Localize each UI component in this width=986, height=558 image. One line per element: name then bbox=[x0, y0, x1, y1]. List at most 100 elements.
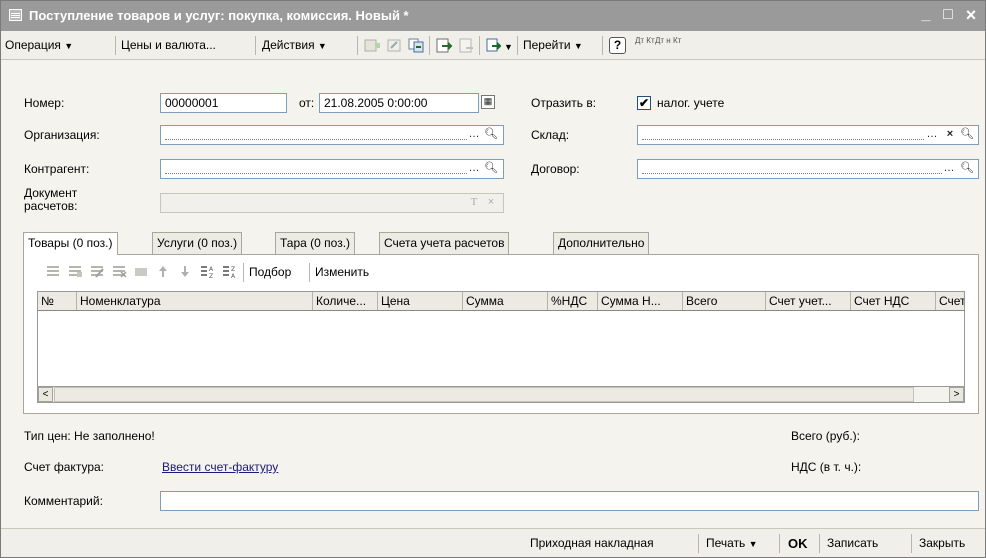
chevron-down-icon: ▼ bbox=[573, 41, 583, 51]
contract-field[interactable]: … 🔍︎ bbox=[637, 159, 979, 179]
clear-icon[interactable]: × bbox=[942, 127, 958, 143]
delete-row-icon[interactable] bbox=[110, 263, 128, 280]
comment-field[interactable] bbox=[160, 491, 979, 511]
toolbar-divider bbox=[255, 36, 256, 55]
chevron-down-icon: ▼ bbox=[317, 41, 327, 51]
actions-menu-label: Действия bbox=[262, 38, 315, 52]
end-edit-icon[interactable] bbox=[132, 263, 150, 280]
edit-icon[interactable] bbox=[385, 37, 403, 54]
unpost-document-icon[interactable] bbox=[457, 37, 475, 54]
tab-services[interactable]: Услуги (0 поз.) bbox=[152, 232, 243, 254]
tab-additional[interactable]: Дополнительно bbox=[553, 232, 650, 254]
main-toolbar: Операция ▼ Цены и валюта... Действия ▼ ▼… bbox=[1, 31, 985, 60]
warehouse-field[interactable]: … × 🔍︎ bbox=[637, 125, 979, 145]
column-header-account[interactable]: Счет учет... bbox=[766, 292, 851, 310]
print-menu[interactable]: Печать ▼ bbox=[706, 534, 758, 553]
chevron-down-icon: ▼ bbox=[64, 41, 74, 51]
price-type-text: Тип цен: Не заполнено! bbox=[24, 429, 155, 443]
horizontal-scrollbar[interactable]: < > bbox=[37, 386, 965, 403]
tab-containers[interactable]: Тара (0 поз.) bbox=[275, 232, 356, 254]
operation-menu[interactable]: Операция ▼ bbox=[5, 36, 73, 55]
total-label: Всего (руб.): bbox=[791, 429, 861, 443]
toolbar-divider bbox=[243, 263, 244, 282]
calendar-icon[interactable]: ▦ bbox=[481, 95, 495, 109]
select-ellipsis-icon[interactable]: … bbox=[924, 127, 940, 143]
search-icon[interactable]: 🔍︎ bbox=[483, 127, 499, 143]
search-icon[interactable]: 🔍︎ bbox=[959, 161, 975, 177]
create-invoice-link[interactable]: Ввести счет-фактуру bbox=[162, 460, 278, 474]
ok-button[interactable]: OK bbox=[788, 534, 808, 553]
toolbar-divider bbox=[911, 534, 912, 553]
chevron-down-icon[interactable]: ▼ bbox=[504, 42, 513, 52]
add-row-icon[interactable] bbox=[44, 263, 62, 280]
scroll-right-icon[interactable]: > bbox=[949, 387, 964, 402]
select-ellipsis-icon[interactable]: … bbox=[466, 127, 482, 143]
actions-menu[interactable]: Действия ▼ bbox=[262, 36, 327, 55]
column-header-sum[interactable]: Сумма bbox=[463, 292, 548, 310]
type-icon: T bbox=[470, 196, 478, 208]
column-header-vat-account[interactable]: Счет НДС bbox=[851, 292, 936, 310]
date-value: 21.08.2005 0:00:00 bbox=[324, 96, 428, 110]
goods-tab-panel: AZ ZA Подбор Изменить № Номенклатура Кол… bbox=[23, 254, 979, 414]
tab-goods[interactable]: Товары (0 поз.) bbox=[23, 232, 118, 255]
sort-descending-icon[interactable]: ZA bbox=[220, 263, 238, 280]
column-header-number[interactable]: № bbox=[38, 292, 77, 310]
number-label: Номер: bbox=[24, 96, 65, 110]
edit-row-icon[interactable] bbox=[88, 263, 106, 280]
selection-button[interactable]: Подбор bbox=[249, 263, 291, 282]
select-ellipsis-icon[interactable]: … bbox=[466, 161, 482, 177]
column-header-quantity[interactable]: Количе... bbox=[313, 292, 378, 310]
toolbar-divider bbox=[698, 534, 699, 553]
copy-icon[interactable] bbox=[407, 37, 425, 54]
move-down-icon[interactable] bbox=[176, 263, 194, 280]
svg-text:Z: Z bbox=[209, 273, 213, 280]
minimize-button[interactable]: _ bbox=[916, 5, 936, 25]
column-header-vat-sum[interactable]: Сумма Н... bbox=[598, 292, 683, 310]
receipt-invoice-button[interactable]: Приходная накладная bbox=[530, 534, 654, 553]
dt-kt-n-button[interactable]: Дт н Кт bbox=[655, 37, 681, 56]
prices-currency-button[interactable]: Цены и валюта... bbox=[121, 36, 216, 55]
column-header-total[interactable]: Всего bbox=[683, 292, 766, 310]
move-up-icon[interactable] bbox=[154, 263, 172, 280]
toolbar-divider bbox=[115, 36, 116, 55]
toolbar-divider bbox=[429, 36, 430, 55]
column-header-vat-rate[interactable]: %НДС bbox=[548, 292, 598, 310]
goods-table-body[interactable] bbox=[37, 311, 965, 386]
toolbar-divider bbox=[602, 36, 603, 55]
scroll-left-icon[interactable]: < bbox=[38, 387, 53, 402]
save-button[interactable]: Записать bbox=[827, 534, 878, 553]
dt-kt-button[interactable]: Дт Кт bbox=[635, 37, 655, 56]
vat-label: НДС (в т. ч.): bbox=[791, 460, 862, 474]
maximize-button[interactable]: □ bbox=[938, 5, 958, 25]
search-icon[interactable]: 🔍︎ bbox=[959, 127, 975, 143]
settlement-doc-label: Документ расчетов: bbox=[24, 187, 77, 213]
close-window-button[interactable]: × bbox=[961, 5, 981, 25]
comment-label: Комментарий: bbox=[24, 494, 103, 508]
select-ellipsis-icon[interactable]: … bbox=[941, 161, 957, 177]
tab-settlement-accounts[interactable]: Счета учета расчетов bbox=[379, 232, 510, 254]
warehouse-label: Склад: bbox=[531, 128, 570, 142]
search-icon[interactable]: 🔍︎ bbox=[483, 161, 499, 177]
change-button[interactable]: Изменить bbox=[315, 263, 369, 282]
goto-menu[interactable]: Перейти ▼ bbox=[523, 36, 583, 55]
column-header-price[interactable]: Цена bbox=[378, 292, 463, 310]
organization-field[interactable]: … 🔍︎ bbox=[160, 125, 504, 145]
post-document-icon[interactable] bbox=[435, 37, 453, 54]
sort-ascending-icon[interactable]: AZ bbox=[198, 263, 216, 280]
column-header-account-2[interactable]: Счет bbox=[936, 292, 964, 310]
number-field[interactable]: 00000001 bbox=[160, 93, 287, 113]
copy-row-icon[interactable] bbox=[66, 263, 84, 280]
svg-text:A: A bbox=[209, 266, 214, 273]
tax-accounting-checkbox[interactable]: ✔ bbox=[637, 96, 651, 110]
date-field[interactable]: 21.08.2005 0:00:00 bbox=[319, 93, 479, 113]
help-button[interactable]: ? bbox=[609, 37, 626, 54]
column-header-nomenclature[interactable]: Номенклатура bbox=[77, 292, 313, 310]
add-row-icon[interactable] bbox=[363, 37, 381, 54]
title-bar[interactable]: Поступление товаров и услуг: покупка, ко… bbox=[1, 1, 985, 31]
create-based-on-icon[interactable] bbox=[485, 37, 503, 54]
scrollbar-thumb[interactable] bbox=[54, 387, 914, 402]
counterparty-field[interactable]: … 🔍︎ bbox=[160, 159, 504, 179]
settlement-doc-field: T × bbox=[160, 193, 504, 213]
close-button[interactable]: Закрыть bbox=[919, 534, 965, 553]
toolbar-divider bbox=[819, 534, 820, 553]
